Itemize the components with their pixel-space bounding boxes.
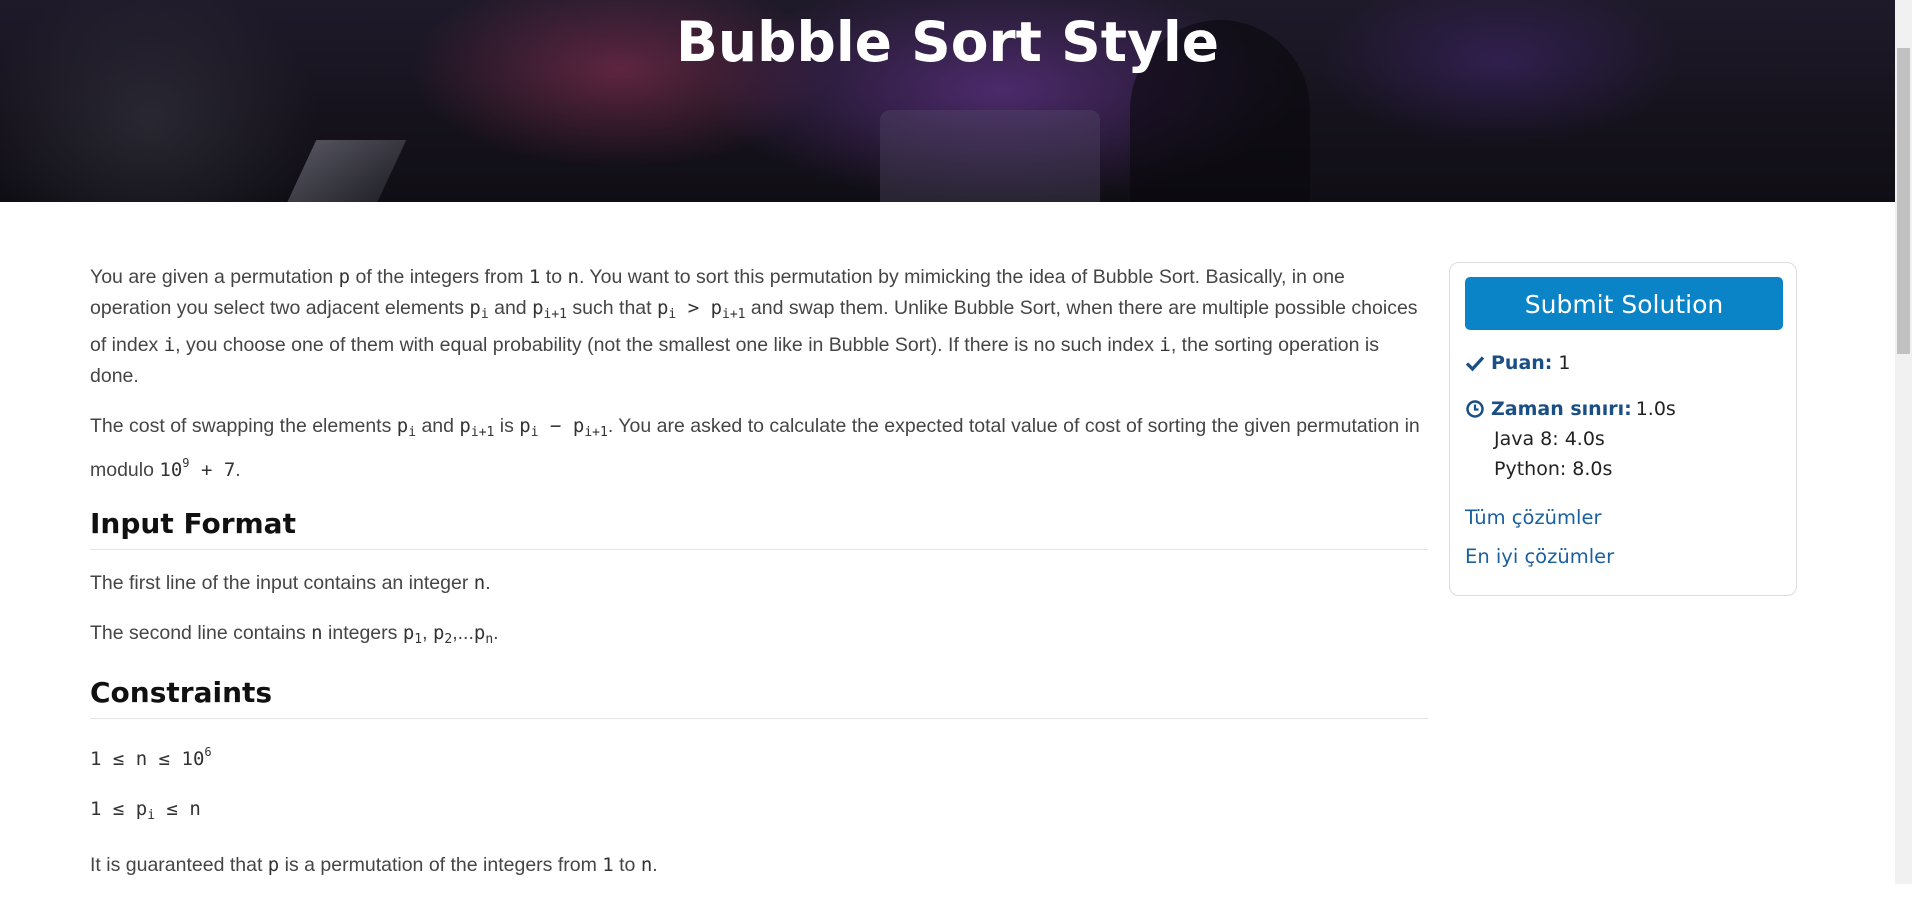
input-format-line: The second line contains n integers p1, … <box>90 618 1428 655</box>
hero-laptop-shape <box>283 140 407 202</box>
problem-sidebar: Submit Solution Puan: 1 Zaman sınırı: 1.… <box>1449 262 1797 596</box>
math-var: p <box>473 622 486 644</box>
statement-text: . <box>652 854 658 876</box>
math-var: n <box>640 854 653 876</box>
math-var: i <box>1159 334 1171 356</box>
math-expression: 1 ≤ n ≤ 10 <box>90 748 205 770</box>
statement-text: , you choose one of them with equal prob… <box>175 334 1160 356</box>
math-superscript: 9 <box>182 456 190 470</box>
constraint-line: 1 ≤ pi ≤ n <box>90 794 1428 831</box>
math-var: p <box>656 297 669 319</box>
time-limit-row: Zaman sınırı: 1.0s <box>1465 398 1781 420</box>
score-label: Puan: <box>1491 352 1553 374</box>
section-heading-input-format: Input Format <box>90 505 1428 550</box>
math-expression: 1 ≤ <box>90 798 136 820</box>
math-var: n <box>311 622 323 644</box>
statement-text: to <box>540 266 568 288</box>
statement-text: You are given a permutation <box>90 266 339 288</box>
submit-solution-button[interactable]: Submit Solution <box>1465 277 1783 330</box>
math-superscript: 6 <box>204 745 212 759</box>
math-var: p <box>338 266 351 288</box>
statement-text: The second line contains <box>90 622 312 644</box>
math-operator: > <box>676 297 711 319</box>
math-var: p <box>710 297 723 319</box>
math-var: 10 <box>159 459 183 481</box>
math-subscript: i+1 <box>543 307 567 322</box>
time-limit-label: Zaman sınırı: <box>1491 398 1632 420</box>
math-var: n <box>473 572 486 594</box>
statement-paragraph: The cost of swapping the elements pi and… <box>90 411 1428 486</box>
math-var: p <box>519 415 531 437</box>
score-value: 1 <box>1558 352 1571 374</box>
math-subscript: i+1 <box>722 307 746 322</box>
statement-text: . <box>485 572 491 594</box>
statement-text: It is guaranteed that <box>90 854 268 876</box>
score-row: Puan: 1 <box>1465 352 1781 374</box>
math-var: p <box>532 297 544 319</box>
constraint-line: It is guaranteed that p is a permutation… <box>90 850 1428 881</box>
statement-text: of the integers from <box>350 266 529 288</box>
math-subscript: 1 <box>414 632 423 647</box>
math-subscript: i <box>480 307 489 322</box>
math-subscript: i+1 <box>584 425 608 440</box>
statement-text: , <box>422 622 433 644</box>
math-expression: ≤ n <box>155 798 201 820</box>
python-time-limit: Python: 8.0s <box>1494 458 1613 480</box>
math-subscript: i <box>408 425 417 440</box>
input-format-line: The first line of the input contains an … <box>90 568 1428 599</box>
statement-text: ,... <box>452 622 474 644</box>
math-var: p <box>572 415 585 437</box>
hero-banner: Bubble Sort Style <box>0 0 1895 202</box>
time-limit-value: 1.0s <box>1635 398 1676 420</box>
statement-text: is a permutation of the integers from <box>279 854 603 876</box>
problem-statement: You are given a permutation p of the int… <box>90 262 1428 900</box>
math-var: p <box>396 415 409 437</box>
math-var: p <box>135 798 148 820</box>
statement-text: such that <box>567 297 657 319</box>
hero-laptop-shape <box>880 110 1100 202</box>
scrollbar-thumb[interactable] <box>1897 48 1910 354</box>
all-solutions-link[interactable]: Tüm çözümler <box>1465 506 1781 529</box>
statement-text: . <box>235 459 241 481</box>
math-var: p <box>469 297 481 319</box>
math-subscript: i+1 <box>470 425 495 440</box>
math-subscript: i <box>530 425 539 440</box>
statement-text: The first line of the input contains an … <box>90 572 474 594</box>
statement-text: The cost of swapping the elements <box>90 415 397 437</box>
statement-text: . <box>493 622 499 644</box>
statement-paragraph: You are given a permutation p of the int… <box>90 262 1428 392</box>
math-var: i <box>163 334 176 356</box>
check-icon <box>1465 353 1485 373</box>
math-operator: − <box>538 415 573 437</box>
math-var: 1 <box>528 266 541 288</box>
math-var: p <box>402 622 415 644</box>
constraint-line: 1 ≤ n ≤ 106 <box>90 737 1428 775</box>
statement-text: is <box>494 415 520 437</box>
statement-text: integers <box>322 622 403 644</box>
best-solutions-link[interactable]: En iyi çözümler <box>1465 545 1781 568</box>
page-scrollbar[interactable] <box>1895 0 1912 884</box>
time-limit-block: Zaman sınırı: 1.0s Java 8: 4.0s Python: … <box>1465 398 1781 480</box>
statement-text: to <box>613 854 641 876</box>
math-subscript: n <box>485 632 494 647</box>
statement-text: and <box>488 297 533 319</box>
math-var: + 7 <box>189 459 236 481</box>
page-title: Bubble Sort Style <box>676 10 1219 74</box>
math-var: p <box>432 622 445 644</box>
math-var: n <box>567 266 579 288</box>
math-subscript: i <box>147 808 156 823</box>
math-var: p <box>459 415 471 437</box>
section-heading-constraints: Constraints <box>90 674 1428 719</box>
math-var: 1 <box>602 854 614 876</box>
statement-text: and <box>416 415 460 437</box>
java-time-limit: Java 8: 4.0s <box>1494 428 1605 450</box>
clock-icon <box>1465 399 1485 419</box>
math-var: p <box>267 854 280 876</box>
